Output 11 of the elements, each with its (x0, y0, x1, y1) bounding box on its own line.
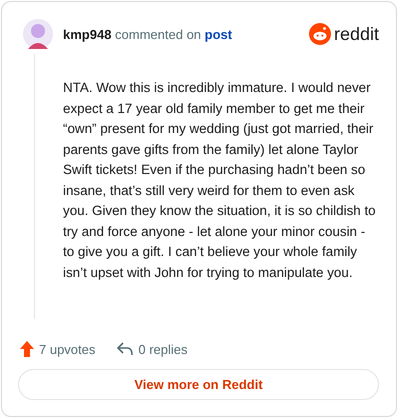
avatar-icon (23, 19, 53, 49)
reply-icon (117, 342, 134, 356)
reply-count: 0 replies (138, 342, 188, 356)
reddit-logo-icon (308, 23, 331, 45)
view-more-button[interactable]: View more on Reddit (18, 369, 379, 400)
comment-text: NTA. Wow this is incredibly immature. I would never expect a 17 year old family member to get me their “own” present for my wedding (just got married, their parents gave gifts from the family) let alone Taylor Swift tickets! Even if the purchasing hadn’t been so insane, that’s still very weird for them to even ask you. Given they know the situation, it is so childish to try and force anyone - let alone your minor cousin - to give you a gift. I can’t believe your whole family isn’t upset with John for trying to manipulate you. (63, 79, 377, 282)
upvote-icon (20, 341, 34, 357)
post-link[interactable]: post (204, 26, 232, 42)
reddit-wordmark: reddit (334, 24, 379, 44)
upvote-count: 7 upvotes (39, 342, 96, 356)
comment-byline: kmp948 commented on post (63, 26, 234, 42)
